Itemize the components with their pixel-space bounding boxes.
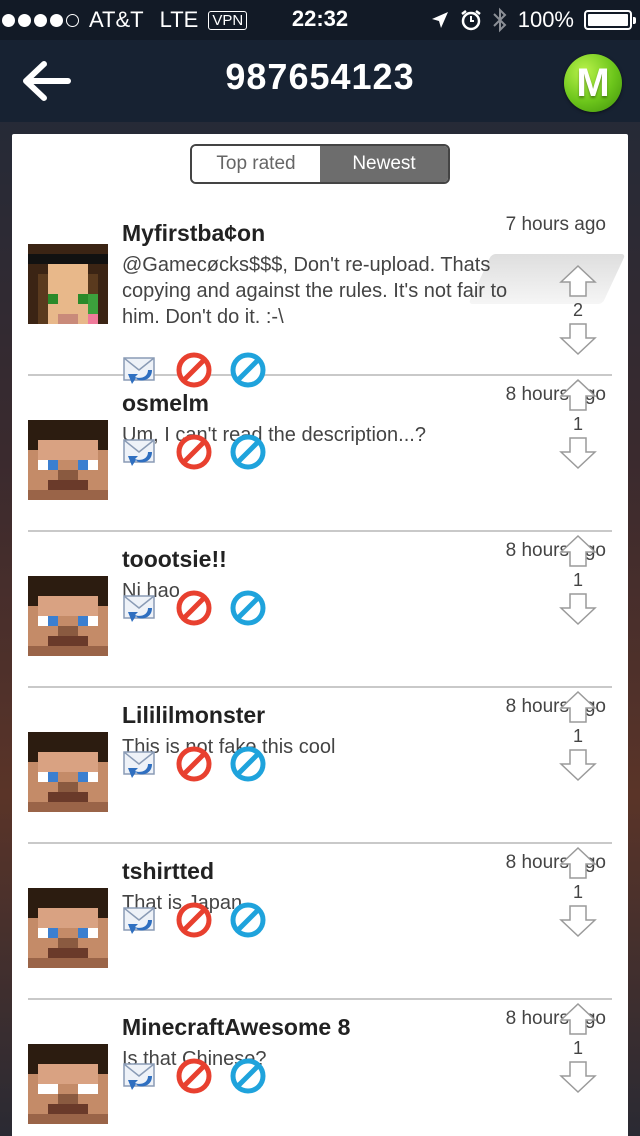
battery-icon xyxy=(584,10,636,30)
block-icon[interactable] xyxy=(230,1058,266,1094)
downvote-arrow-icon[interactable] xyxy=(559,592,597,626)
reply-icon[interactable] xyxy=(122,746,158,782)
comment-item: osmelm 8 hours ago Um, I can't read the de… xyxy=(28,376,612,532)
report-icon[interactable] xyxy=(176,590,212,626)
block-icon[interactable] xyxy=(230,902,266,938)
bluetooth-icon xyxy=(493,7,507,33)
report-icon[interactable] xyxy=(176,1058,212,1094)
comment-item: MinecraftAwesome 88 hours ago Is that Chi… xyxy=(28,1000,612,1136)
comment-username[interactable]: MinecraftAwesome 8 xyxy=(122,1014,350,1041)
vote-count: 1 xyxy=(572,1038,583,1058)
sort-segmented-control: Top rated Newest xyxy=(190,144,450,184)
downvote-arrow-icon[interactable] xyxy=(559,322,597,356)
comment-username[interactable]: Lilililmonster xyxy=(122,702,265,729)
vpn-badge: VPN xyxy=(208,10,248,30)
upvote-arrow-icon[interactable] xyxy=(559,690,597,724)
reply-icon[interactable] xyxy=(122,434,158,470)
reply-icon[interactable] xyxy=(122,902,158,938)
upvote-arrow-icon[interactable] xyxy=(559,534,597,568)
block-icon[interactable] xyxy=(230,434,266,470)
comment-username[interactable]: osmelm xyxy=(122,390,209,417)
vote-count: 1 xyxy=(572,570,583,590)
block-icon[interactable] xyxy=(230,746,266,782)
downvote-arrow-icon[interactable] xyxy=(559,748,597,782)
vote-control: 1 xyxy=(558,534,598,626)
downvote-arrow-icon[interactable] xyxy=(559,904,597,938)
signal-icon xyxy=(2,13,79,27)
network-label: LTE xyxy=(159,7,199,32)
downvote-arrow-icon[interactable] xyxy=(559,1060,597,1094)
comment-username[interactable]: tshirtted xyxy=(122,858,214,885)
comment-actions xyxy=(122,434,266,470)
location-icon xyxy=(431,12,448,28)
comment-actions xyxy=(122,590,266,626)
comments-card: Top rated Newest Myfirstba¢on 7 hours ago… xyxy=(12,134,628,1136)
nav-bar: 987654123 M xyxy=(0,40,640,122)
status-bar: AT&T LTE VPN 22:32 100% xyxy=(0,0,640,40)
comment-actions xyxy=(122,1058,266,1094)
comment-text: @Gamecøcks$$$, Don't re-upload. Thats co… xyxy=(122,254,508,328)
vote-control: 2 xyxy=(558,264,598,356)
vote-control: 1 xyxy=(558,690,598,782)
status-right: 100% xyxy=(430,0,636,40)
comment-username[interactable]: toootsie!! xyxy=(122,546,227,573)
comment-item: toootsie!! 8 hours ago Ni hao 1 xyxy=(28,532,612,688)
report-icon[interactable] xyxy=(176,902,212,938)
comment-timestamp: 7 hours ago xyxy=(505,214,606,235)
status-left: AT&T LTE VPN xyxy=(0,0,248,40)
comment-item: Myfirstba¢on 7 hours ago @Gamecøcks$$$, Do… xyxy=(28,206,612,388)
alarm-icon xyxy=(460,10,481,31)
reply-icon[interactable] xyxy=(122,1058,158,1094)
tab-top-rated[interactable]: Top rated xyxy=(192,146,320,182)
upvote-arrow-icon[interactable] xyxy=(559,846,597,880)
app-logo[interactable]: M xyxy=(564,54,622,112)
avatar[interactable] xyxy=(28,244,108,324)
battery-percent: 100% xyxy=(517,7,574,32)
vote-count: 1 xyxy=(572,882,583,902)
block-icon[interactable] xyxy=(230,590,266,626)
vote-count: 2 xyxy=(572,300,583,320)
comment-actions xyxy=(122,746,266,782)
upvote-arrow-icon[interactable] xyxy=(559,378,597,412)
page-title: 987654123 xyxy=(225,56,415,97)
vote-count: 1 xyxy=(572,414,583,434)
comment-actions xyxy=(122,902,266,938)
vote-control: 1 xyxy=(558,378,598,470)
comment-username[interactable]: Myfirstba¢on xyxy=(122,220,265,247)
comment-item: Lilililmonster 8 hours ago This is not fak… xyxy=(28,688,612,844)
upvote-arrow-icon[interactable] xyxy=(559,264,597,298)
avatar[interactable] xyxy=(28,576,108,656)
avatar[interactable] xyxy=(28,732,108,812)
avatar[interactable] xyxy=(28,888,108,968)
back-arrow-icon[interactable] xyxy=(18,58,74,104)
vote-count: 1 xyxy=(572,726,583,746)
report-icon[interactable] xyxy=(176,434,212,470)
downvote-arrow-icon[interactable] xyxy=(559,436,597,470)
avatar[interactable] xyxy=(28,420,108,500)
avatar[interactable] xyxy=(28,1044,108,1124)
upvote-arrow-icon[interactable] xyxy=(559,1002,597,1036)
tab-newest[interactable]: Newest xyxy=(320,146,448,182)
report-icon[interactable] xyxy=(176,746,212,782)
carrier-label: AT&T xyxy=(89,7,144,32)
vote-control: 1 xyxy=(558,1002,598,1094)
reply-icon[interactable] xyxy=(122,590,158,626)
vote-control: 1 xyxy=(558,846,598,938)
comment-item: tshirtted 8 hours ago That is Japan 1 xyxy=(28,844,612,1000)
